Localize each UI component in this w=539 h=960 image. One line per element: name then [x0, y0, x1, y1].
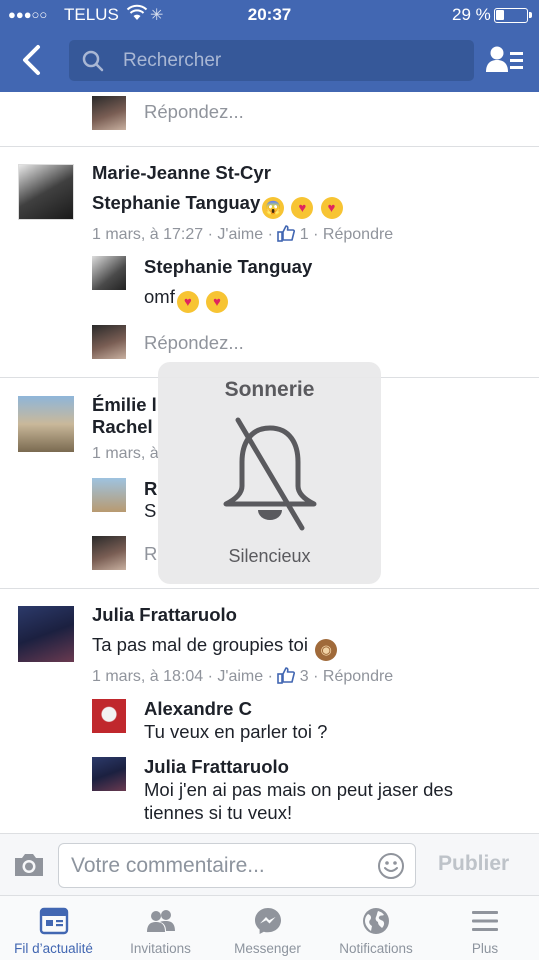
comment-input[interactable]: Votre commentaire...	[58, 843, 416, 888]
top-bar: ●●●○○ TELUS ✳ 20:37 29 % Rechercher	[0, 0, 539, 92]
tab-label: Invitations	[130, 941, 191, 956]
friends-list-icon[interactable]	[486, 44, 524, 76]
tagged-user[interactable]: Rachel	[92, 416, 153, 438]
heart-eyes-emoji-icon: ♥	[205, 291, 228, 313]
heart-eyes-emoji-icon: ♥	[176, 291, 199, 313]
post-button[interactable]: Publier	[438, 852, 509, 876]
like-thumb-icon	[277, 667, 296, 684]
avatar[interactable]	[92, 325, 126, 359]
timestamp: 1 mars, à 17:27	[92, 226, 204, 243]
tab-more[interactable]: Plus	[431, 896, 539, 960]
bell-muted-icon	[223, 417, 317, 531]
hud-title: Sonnerie	[224, 378, 315, 401]
tab-messenger[interactable]: Messenger	[214, 896, 321, 960]
avatar[interactable]	[92, 96, 126, 130]
globe-icon	[363, 908, 389, 934]
reply-author[interactable]: Julia Frattaruolo	[144, 756, 289, 778]
tab-label: Notifications	[339, 941, 413, 956]
divider	[0, 146, 539, 147]
avatar[interactable]	[92, 536, 126, 570]
sticker-smiley-icon[interactable]	[377, 852, 405, 880]
tab-label: Messenger	[234, 941, 301, 956]
avatar[interactable]	[18, 606, 74, 662]
tagged-user[interactable]: Stephanie Tanguay	[92, 192, 260, 213]
back-arrow-icon[interactable]	[18, 44, 46, 76]
timestamp: 1 mars, à 18:04	[92, 668, 204, 685]
comment-meta: 1 mars, à 18:04 · J'aime · 3 · Répondre	[92, 667, 394, 685]
reply-input[interactable]: R	[144, 543, 157, 565]
reply-text: Moi j'en ai pas mais on peut jaser des	[144, 779, 453, 800]
likes-count: 1	[299, 226, 309, 243]
messenger-icon	[254, 908, 281, 934]
likes-count: 3	[299, 668, 309, 685]
comment-text: Stephanie Tanguay 😱 ♥ ♥	[92, 192, 343, 219]
see-no-evil-monkey-emoji-icon: ◉	[315, 639, 338, 661]
like-thumb-icon	[277, 225, 296, 242]
battery-percent: 29 %	[452, 5, 491, 24]
reply-input[interactable]: Répondez...	[144, 332, 244, 354]
tab-notifications[interactable]: Notifications	[321, 896, 431, 960]
tab-bar: Fil d’actualité Invitations Messenger No…	[0, 895, 539, 960]
ringer-silent-hud: Sonnerie Silencieux	[158, 362, 381, 584]
camera-icon[interactable]	[12, 851, 46, 879]
avatar[interactable]	[92, 256, 126, 290]
avatar[interactable]	[18, 164, 74, 220]
tab-label: Plus	[471, 941, 499, 956]
like-link[interactable]: J'aime	[217, 668, 263, 685]
like-link[interactable]: J'aime	[217, 226, 263, 243]
timestamp: 1 mars, à	[92, 445, 159, 462]
reply-text: S	[144, 500, 157, 521]
heart-eyes-emoji-icon: ♥	[320, 197, 343, 219]
scream-emoji-icon: 😱	[262, 197, 285, 219]
search-icon	[82, 50, 104, 72]
battery-icon	[494, 8, 532, 23]
reply-input[interactable]: Répondez...	[144, 101, 244, 123]
comment-placeholder: Votre commentaire...	[71, 854, 265, 877]
avatar[interactable]	[92, 478, 126, 512]
tab-news-feed[interactable]: Fil d’actualité	[0, 896, 107, 960]
reply-text: omf ♥ ♥	[144, 286, 228, 313]
news-feed-icon	[39, 907, 68, 935]
reply-author[interactable]: R	[144, 478, 157, 500]
reply-author[interactable]: Stephanie Tanguay	[144, 256, 312, 278]
reply-author[interactable]: Alexandre C	[144, 698, 252, 720]
reply-text: Tu veux en parler toi ?	[144, 721, 328, 742]
friend-requests-icon	[146, 910, 175, 932]
hud-subtitle: Silencieux	[228, 546, 311, 566]
reply-text: tiennes si tu veux!	[144, 802, 293, 823]
reply-link[interactable]: Répondre	[323, 668, 393, 685]
heart-eyes-emoji-icon: ♥	[291, 197, 314, 219]
search-placeholder: Rechercher	[123, 50, 222, 71]
avatar[interactable]	[18, 396, 74, 452]
comment-author[interactable]: Émilie l	[92, 394, 157, 416]
avatar[interactable]	[92, 699, 126, 733]
comment-composer: Votre commentaire... Publier	[0, 833, 539, 895]
comment-author[interactable]: Julia Frattaruolo	[92, 604, 237, 626]
menu-icon	[472, 911, 498, 931]
comment-author[interactable]: Marie-Jeanne St-Cyr	[92, 162, 271, 184]
avatar[interactable]	[92, 757, 126, 791]
reply-link[interactable]: Répondre	[323, 226, 393, 243]
tab-invitations[interactable]: Invitations	[107, 896, 214, 960]
status-bar: ●●●○○ TELUS ✳ 20:37 29 %	[0, 4, 539, 28]
divider	[0, 588, 539, 589]
comment-meta: 1 mars, à 17:27 · J'aime · 1 · Répondre	[92, 225, 394, 243]
tab-label: Fil d’actualité	[14, 941, 93, 956]
search-bar[interactable]: Rechercher	[69, 40, 474, 81]
comment-text: Ta pas mal de groupies toi ◉	[92, 634, 338, 661]
